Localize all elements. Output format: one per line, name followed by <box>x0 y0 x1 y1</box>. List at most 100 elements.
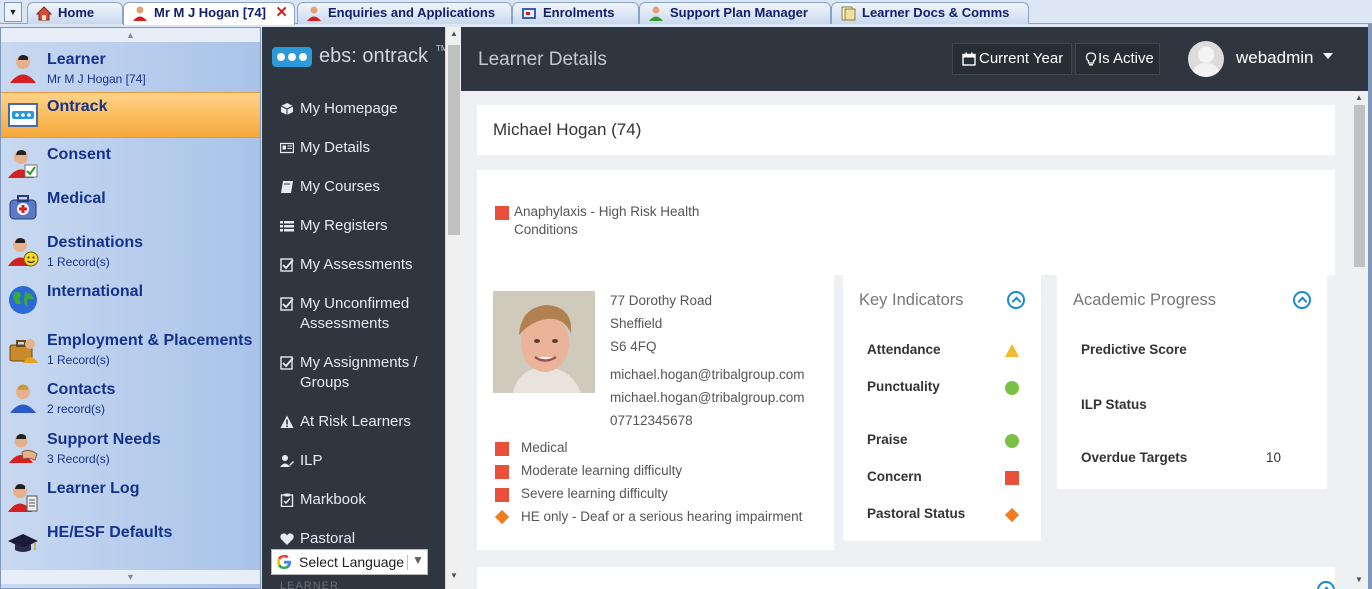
flag-label: HE only - Deaf or a serious hearing impa… <box>521 509 803 524</box>
current-year-label: Current Year <box>979 50 1064 67</box>
checklist-icon <box>280 297 294 311</box>
nav-scroll-up[interactable]: ▲ <box>1 28 260 42</box>
google-icon <box>277 554 291 569</box>
close-icon[interactable]: ✕ <box>275 3 288 23</box>
consent-icon <box>8 150 38 178</box>
sidebar-item-my-homepage[interactable]: My Homepage <box>280 99 440 119</box>
chevron-down-icon[interactable]: ▼ <box>412 553 424 567</box>
nav-label: Employment & Placements <box>47 332 253 349</box>
nav-item-ontrack[interactable]: Ontrack <box>1 92 260 138</box>
sidebar-item-label: Pastoral <box>300 530 356 547</box>
content-scroll-thumb[interactable] <box>1354 105 1365 267</box>
sidebar-item-label: My Assignments / Groups <box>300 354 418 391</box>
sidebar-item-label: Markbook <box>300 491 366 508</box>
content-scroll-down[interactable]: ▼ <box>1351 573 1367 587</box>
overdue-targets-value: 10 <box>1266 450 1282 465</box>
sidebar-scroll-up[interactable]: ▲ <box>446 27 462 41</box>
collapse-up-icon[interactable] <box>1317 581 1335 589</box>
tab-label: Home <box>58 5 95 20</box>
tab-label: Learner Docs & Comms <box>862 5 1010 20</box>
tab-enquiries-applications[interactable]: Enquiries and Applications <box>297 2 512 24</box>
nav-scroll-down[interactable]: ▼ <box>1 570 260 584</box>
content-scroll-up[interactable]: ▲ <box>1351 91 1367 105</box>
nav-item-employment-placements[interactable]: Employment & Placements 1 Record(s) <box>1 327 260 373</box>
ilp-status-label: ILP Status <box>1081 397 1147 412</box>
nav-item-learner[interactable]: Learner Mr M J Hogan [74] <box>1 46 260 92</box>
key-indicators-title: Key Indicators <box>859 291 964 309</box>
logo-dots-icon <box>272 47 312 67</box>
user-edit-icon <box>280 455 294 467</box>
sidebar-scrollbar[interactable]: ▲ ▼ <box>445 27 461 589</box>
sidebar-scroll-thumb[interactable] <box>448 45 460 235</box>
email-secondary[interactable]: michael.hogan@tribalgroup.com <box>610 390 805 405</box>
nav-item-medical[interactable]: Medical <box>1 185 260 231</box>
sidebar-item-my-unconfirmed-assessments[interactable]: My Unconfirmed Assessments <box>280 294 440 334</box>
docs-comms-icon <box>841 6 856 21</box>
nav-item-destinations[interactable]: Destinations 1 Record(s) <box>1 229 260 275</box>
checklist-icon <box>280 258 294 272</box>
current-year-button[interactable]: Current Year <box>952 43 1072 75</box>
tab-home[interactable]: Home <box>27 2 123 24</box>
flag-moderate-learning-difficulty: Moderate learning difficulty <box>495 463 682 479</box>
tab-enrolments[interactable]: Enrolments <box>512 2 639 24</box>
enquiries-icon <box>307 6 321 21</box>
green-circle-icon <box>1005 381 1019 395</box>
sidebar-item-label: At Risk Learners <box>300 413 411 430</box>
nav-item-contacts[interactable]: Contacts 2 record(s) <box>1 376 260 422</box>
nav-sublabel: 2 record(s) <box>47 402 106 416</box>
flag-severe-learning-difficulty: Severe learning difficulty <box>495 486 668 502</box>
avatar[interactable] <box>1188 41 1224 77</box>
flag-medical: Medical <box>495 440 568 456</box>
sidebar-item-my-assessments[interactable]: My Assessments <box>280 255 440 275</box>
sidebar-item-my-assignments-groups[interactable]: My Assignments / Groups <box>280 353 440 393</box>
nav-label: Destinations <box>47 234 144 251</box>
status-square <box>495 465 509 479</box>
academic-progress-panel: Academic Progress Predictive Score ILP S… <box>1057 275 1327 489</box>
email-primary[interactable]: michael.hogan@tribalgroup.com <box>610 367 805 382</box>
clipboard-icon <box>280 493 294 507</box>
collapse-up-icon[interactable] <box>1293 291 1311 309</box>
status-square <box>495 442 509 456</box>
logo-text: ebs: ontrack <box>319 45 428 67</box>
nav-item-international[interactable]: International <box>1 278 260 324</box>
id-card-icon <box>280 142 294 154</box>
sidebar-item-label: My Unconfirmed Assessments <box>300 295 410 332</box>
sidebar-scroll-down[interactable]: ▼ <box>446 569 462 583</box>
graduation-cap-icon <box>8 534 38 552</box>
language-select[interactable]: Select Language ▼ <box>271 549 428 575</box>
learner-name: Michael Hogan (74) <box>493 120 642 139</box>
user-menu[interactable]: webadmin <box>1236 48 1314 68</box>
is-active-button[interactable]: Is Active <box>1075 43 1160 75</box>
sidebar-item-label: My Courses <box>300 178 381 195</box>
tab-learner-docs-comms[interactable]: Learner Docs & Comms <box>831 2 1029 24</box>
tab-learner-record[interactable]: Mr M J Hogan [74] ✕ <box>123 2 295 25</box>
sidebar-item-my-courses[interactable]: My Courses <box>280 177 440 197</box>
sidebar-item-pastoral[interactable]: Pastoral <box>280 529 440 549</box>
tab-strip: ▼ Home Mr M J Hogan [74] ✕ Enquiries and… <box>0 0 1372 25</box>
sidebar-item-my-details[interactable]: My Details <box>280 138 440 158</box>
sidebar-item-markbook[interactable]: Markbook <box>280 490 440 510</box>
green-circle-icon <box>1005 434 1019 448</box>
caret-down-icon[interactable] <box>1323 53 1333 59</box>
nav-item-he-esf-defaults[interactable]: HE/ESF Defaults <box>1 519 260 565</box>
address-line-1: 77 Dorothy Road <box>610 293 713 308</box>
nav-item-consent[interactable]: Consent <box>1 141 260 187</box>
collapse-up-icon[interactable] <box>1007 291 1025 309</box>
nav-label: Medical <box>47 190 106 207</box>
home-icon <box>36 6 52 21</box>
nav-item-learner-log[interactable]: Learner Log <box>1 475 260 521</box>
tab-support-plan-manager[interactable]: Support Plan Manager <box>639 2 831 24</box>
status-square <box>495 488 509 502</box>
nav-item-support-needs[interactable]: Support Needs 3 Record(s) <box>1 426 260 472</box>
content-scrollbar[interactable]: ▲ ▼ <box>1351 91 1368 589</box>
logo-trademark: TM <box>436 44 445 53</box>
globe-icon <box>9 286 37 314</box>
nav-sublabel: 1 Record(s) <box>47 353 110 367</box>
tab-menu-button[interactable]: ▼ <box>4 2 22 22</box>
tab-label: Enrolments <box>543 5 615 20</box>
sidebar-item-my-registers[interactable]: My Registers <box>280 216 440 236</box>
indicator-pastoral-status: Pastoral Status <box>867 506 966 521</box>
sidebar-item-ilp[interactable]: ILP <box>280 451 440 471</box>
sidebar-item-at-risk-learners[interactable]: At Risk Learners <box>280 412 440 432</box>
nav-sublabel: 3 Record(s) <box>47 452 110 466</box>
